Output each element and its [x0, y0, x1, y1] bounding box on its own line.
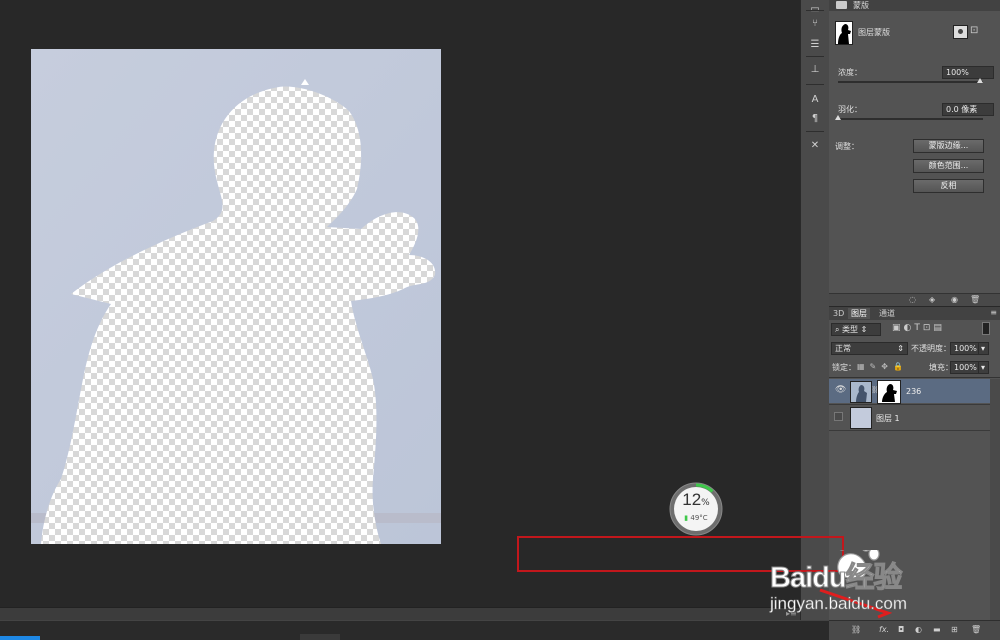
density-slider-handle[interactable]	[977, 78, 983, 83]
temperature-value: 49°C	[690, 514, 708, 522]
opacity-label: 不透明度：	[911, 344, 951, 353]
cpu-percent: 12	[682, 490, 702, 509]
layer-name: 236	[906, 387, 922, 396]
taskbar-active-indicator	[0, 636, 40, 640]
apply-mask-icon[interactable]: ◈	[929, 295, 935, 304]
status-bar: ▸≡	[0, 607, 800, 621]
vector-mask-icon[interactable]: ⊡	[970, 25, 978, 36]
layer-row-layer1[interactable]: 图层 1	[829, 405, 990, 429]
delete-mask-icon[interactable]: 🗑	[970, 295, 980, 304]
masked-photo	[31, 49, 441, 544]
density-slider[interactable]	[838, 81, 983, 83]
filter-kind-label: 类型	[842, 325, 859, 334]
filter-kind-select[interactable]: ⌕ 类型 ⇕	[831, 323, 881, 336]
filter-type-icons[interactable]: ▣◐T⊡▤	[892, 323, 945, 333]
cpu-unit: %	[701, 498, 710, 508]
filter-toggle[interactable]	[982, 322, 990, 335]
panel-toolstrip: ▭ ⑂ ☰ ⊥ A ¶ ✕	[800, 0, 830, 620]
layer-row-236[interactable]: 👁 ⛓ 236	[829, 379, 990, 404]
layer-thumbnail[interactable]	[850, 407, 872, 429]
add-mask-icon[interactable]: ◘	[898, 625, 904, 634]
tools-icon[interactable]: ✕	[805, 138, 825, 154]
opacity-field[interactable]: 100%	[950, 342, 981, 355]
taskbar-item	[300, 634, 340, 640]
lock-label: 锁定：	[832, 363, 856, 372]
opacity-dropdown[interactable]: ▾	[978, 342, 989, 355]
adjustment-layer-icon[interactable]: ◐	[915, 625, 922, 634]
align-icon[interactable]: ⊥	[805, 62, 825, 78]
gauge-readout: 12%	[668, 490, 724, 510]
layer-thumbnail[interactable]	[850, 381, 872, 403]
layers-footer: ⛓ fx. ◘ ◐ ▬ ⊞ 🗑	[829, 620, 1000, 640]
density-field[interactable]: 100%	[942, 66, 994, 79]
properties-footer: ◌ ◈ ◉ 🗑	[829, 293, 1000, 306]
watermark-brand: Baidu经验	[770, 562, 904, 595]
properties-title: 蒙版	[853, 1, 869, 10]
fill-field[interactable]: 100%	[950, 361, 981, 374]
fx-icon[interactable]: fx.	[879, 625, 889, 634]
baidu-watermark: Baidu经验 jingyan.baidu.com	[770, 534, 1000, 620]
mask-thumbnail[interactable]	[835, 21, 853, 45]
character-icon[interactable]: A	[805, 92, 825, 108]
feather-slider-handle[interactable]	[835, 115, 841, 120]
bottom-bar	[0, 620, 829, 640]
document-canvas[interactable]	[31, 49, 441, 544]
color-range-button[interactable]: 颜色范围...	[913, 159, 984, 173]
feather-field[interactable]: 0.0 像素	[942, 103, 994, 116]
eye-icon[interactable]: 👁	[835, 385, 846, 395]
invert-button[interactable]: 反相	[913, 179, 984, 193]
mask-edge-button[interactable]: 蒙版边缘...	[913, 139, 984, 153]
brush-preset-icon[interactable]: ⑂	[805, 16, 825, 32]
temperature-readout: ▮ 49°C	[668, 514, 724, 522]
feather-slider[interactable]	[838, 118, 983, 120]
visibility-toggle[interactable]	[834, 412, 843, 421]
fill-dropdown[interactable]: ▾	[978, 361, 989, 374]
adjust-label: 调整：	[835, 142, 859, 151]
delete-layer-icon[interactable]: 🗑	[971, 625, 981, 634]
blend-mode-select[interactable]: 正常 ⇕	[831, 342, 908, 355]
layers-tabbar: 3D 图层 通道 ≡	[829, 307, 1000, 320]
properties-panel: 蒙版 图层蒙版 ⊡ 浓度： 100% 羽化： 0.0 像素 调整： 蒙版边缘..…	[829, 0, 1000, 306]
thermometer-icon: ▮	[684, 514, 689, 522]
link-layers-icon[interactable]: ⛓	[851, 625, 861, 634]
mask-icon	[836, 1, 847, 9]
density-label: 浓度：	[838, 68, 862, 77]
feather-label: 羽化：	[838, 105, 862, 114]
load-selection-icon[interactable]: ◌	[909, 295, 916, 304]
properties-header: 蒙版	[829, 0, 1000, 11]
group-icon[interactable]: ▬	[933, 625, 941, 634]
tab-layers[interactable]: 图层	[848, 308, 870, 319]
cpu-gauge: 12% ▮ 49°C	[668, 481, 724, 537]
adjust-icon[interactable]: ☰	[805, 37, 825, 53]
layer-mask-thumbnail[interactable]	[877, 380, 901, 404]
visibility-icon[interactable]: ◉	[951, 295, 958, 304]
blend-mode-label: 正常	[835, 344, 851, 353]
paragraph-icon[interactable]: ¶	[805, 111, 825, 127]
tab-channels[interactable]: 通道	[876, 308, 898, 319]
lock-icons[interactable]: ▦✎✥🔒	[857, 362, 908, 371]
tab-3d[interactable]: 3D	[830, 308, 847, 319]
new-layer-icon[interactable]: ⊞	[951, 625, 958, 634]
panel-menu-icon[interactable]: ≡	[990, 308, 997, 317]
pixel-mask-button[interactable]	[953, 25, 968, 39]
mask-type-label: 图层蒙版	[858, 28, 890, 37]
watermark-url: jingyan.baidu.com	[770, 594, 908, 614]
layer-name: 图层 1	[876, 414, 900, 423]
